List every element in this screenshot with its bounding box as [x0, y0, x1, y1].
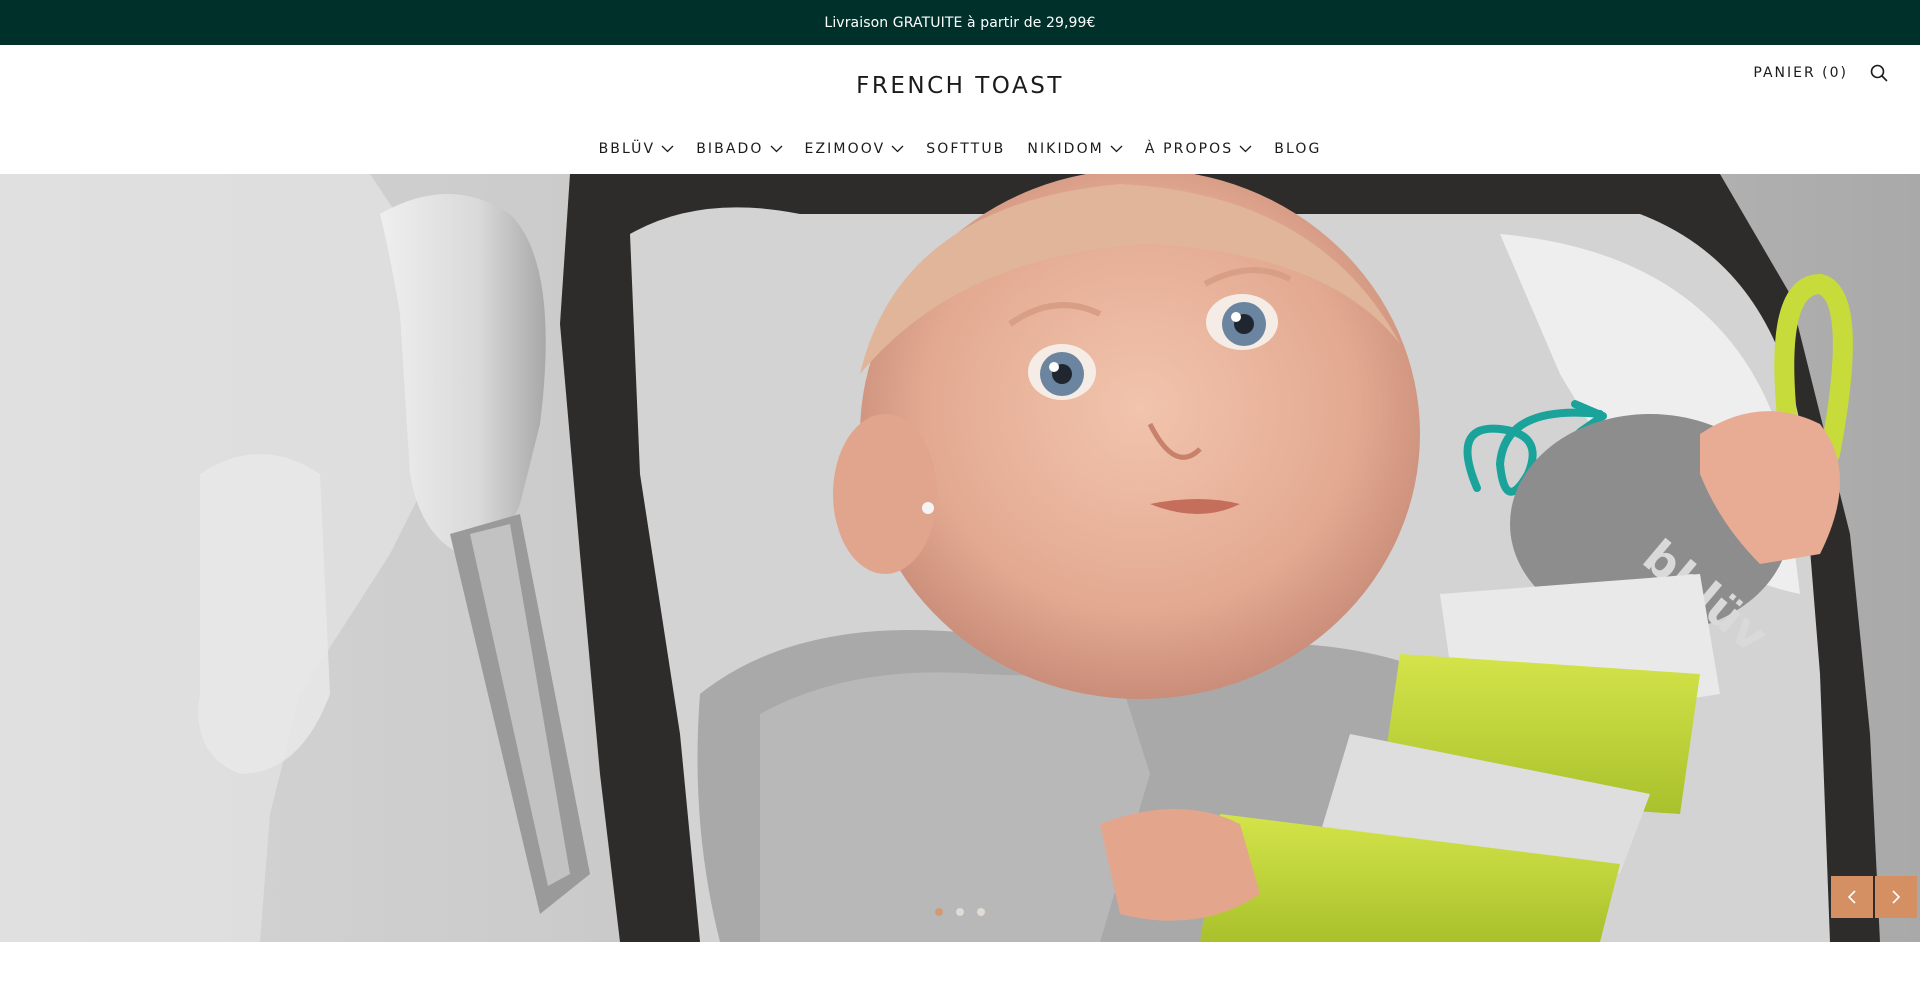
nav-item-label: BIBADO	[696, 141, 764, 157]
nav-item-blog[interactable]: BLOG	[1263, 141, 1332, 157]
slide-indicators	[0, 908, 1920, 916]
slide-dot-3[interactable]	[977, 908, 985, 916]
page-content-area	[0, 942, 1920, 993]
main-nav: BBLÜV BIBADO EZIMOOV SOFTTUB NIKIDOM À P…	[0, 137, 1920, 161]
nav-item-a-propos[interactable]: À PROPOS	[1134, 141, 1263, 157]
nav-item-bibado[interactable]: BIBADO	[685, 141, 793, 157]
nav-item-nikidom[interactable]: NIKIDOM	[1016, 141, 1134, 157]
header-actions: PANIER (0)	[1753, 62, 1890, 84]
nav-item-ezimoov[interactable]: EZIMOOV	[794, 141, 916, 157]
logo-link[interactable]: FRENCH TOAST	[856, 73, 1064, 99]
nav-item-bbluv[interactable]: BBLÜV	[588, 141, 686, 157]
chevron-down-icon	[1239, 145, 1252, 153]
nav-item-softtub[interactable]: SOFTTUB	[915, 141, 1016, 157]
chevron-down-icon	[1110, 145, 1123, 153]
chevron-left-icon	[1847, 890, 1856, 904]
nav-item-label: BLOG	[1274, 141, 1322, 157]
chevron-down-icon	[661, 145, 674, 153]
hero-slideshow[interactable]: bblüv	[0, 174, 1920, 942]
search-icon[interactable]	[1868, 62, 1890, 84]
site-header: FRENCH TOAST PANIER (0) BBLÜV BIBADO EZI…	[0, 45, 1920, 174]
chevron-down-icon	[891, 145, 904, 153]
site-logo: FRENCH TOAST	[0, 73, 1920, 99]
nav-item-label: SOFTTUB	[926, 141, 1006, 157]
announcement-text: Livraison GRATUITE à partir de 29,99€	[824, 14, 1096, 31]
cart-link[interactable]: PANIER (0)	[1753, 65, 1848, 81]
nav-item-label: EZIMOOV	[804, 141, 886, 157]
chevron-down-icon	[770, 145, 782, 153]
nav-item-label: À PROPOS	[1144, 141, 1234, 157]
nav-item-label: BBLÜV	[598, 141, 656, 157]
announcement-bar: Livraison GRATUITE à partir de 29,99€	[0, 0, 1920, 45]
chevron-right-icon	[1892, 890, 1901, 904]
hero-image: bblüv	[0, 174, 1920, 942]
slide-dot-1[interactable]	[935, 908, 943, 916]
slide-dot-2[interactable]	[956, 908, 964, 916]
nav-item-label: NIKIDOM	[1027, 141, 1104, 157]
